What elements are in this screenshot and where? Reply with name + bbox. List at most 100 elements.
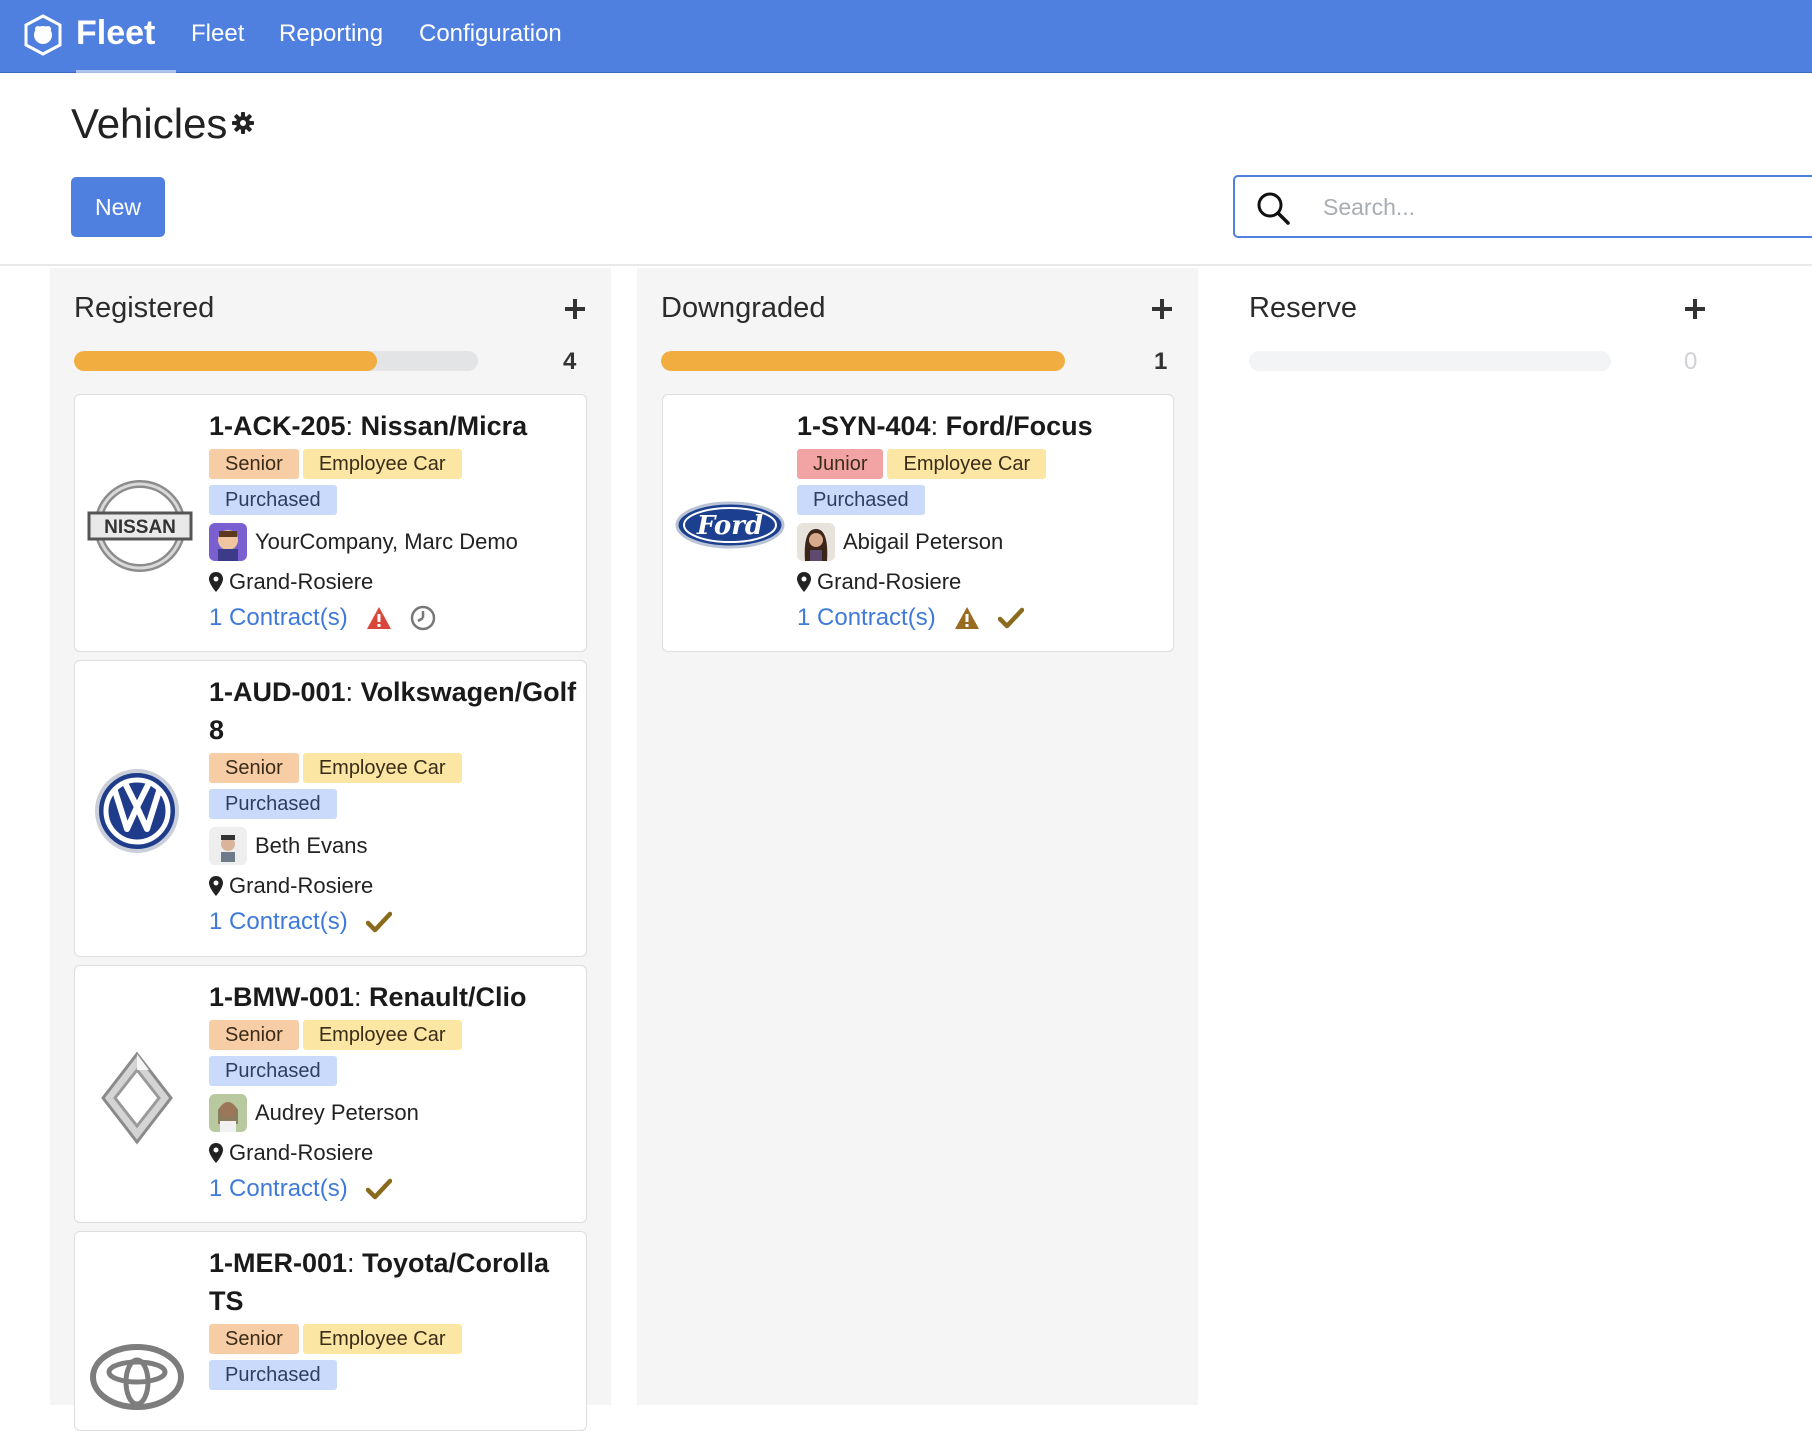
vehicle-model: Ford/Focus — [945, 411, 1093, 441]
active-menu-underline — [76, 70, 176, 73]
driver-avatar — [209, 523, 247, 561]
tag-senior: Senior — [209, 1020, 299, 1050]
fleet-app-icon[interactable] — [22, 14, 64, 56]
column-record-count: 0 — [1684, 348, 1698, 375]
vehicle-card[interactable]: 1-BMW-001: Renault/Clio Senior Employee C… — [74, 965, 587, 1223]
column-progress-bar[interactable] — [74, 351, 478, 371]
contracts-row: 1 Contract(s) — [209, 601, 579, 635]
svg-text:NISSAN: NISSAN — [104, 517, 176, 538]
app-brand-name[interactable]: Fleet — [76, 14, 155, 53]
location-text: Grand-Rosiere — [229, 1140, 374, 1165]
tag-employee-car: Employee Car — [302, 1324, 462, 1354]
tag-purchased: Purchased — [209, 1360, 337, 1390]
vehicle-location: Grand-Rosiere — [797, 563, 1167, 601]
new-vehicle-button[interactable]: New — [71, 177, 165, 237]
tag-employee-car: Employee Car — [302, 449, 462, 479]
contracts-row: 1 Contract(s) — [209, 905, 579, 939]
location-text: Grand-Rosiere — [229, 873, 374, 898]
tag-junior: Junior — [797, 449, 884, 479]
driver-name: YourCompany, Marc Demo — [255, 529, 518, 554]
map-marker-icon — [209, 1143, 223, 1163]
column-progress-bar[interactable] — [1249, 351, 1611, 371]
license-plate: 1-AUD-001 — [209, 677, 346, 707]
control-panel-divider — [0, 264, 1812, 266]
nav-item-fleet[interactable]: Fleet — [191, 20, 244, 48]
contracts-link[interactable]: 1 Contract(s) — [209, 908, 348, 936]
column-progress-fill — [74, 351, 377, 371]
renault-logo — [101, 1051, 173, 1145]
driver-name: Audrey Peterson — [255, 1100, 419, 1125]
column-progress-fill — [661, 351, 1065, 371]
driver-name: Abigail Peterson — [843, 529, 1004, 554]
search-icon — [1257, 192, 1290, 225]
check-icon — [365, 911, 392, 933]
map-marker-icon — [209, 876, 223, 896]
add-icon[interactable] — [1151, 298, 1173, 320]
warning-icon — [954, 607, 979, 629]
driver-info: YourCompany, Marc Demo — [209, 523, 579, 561]
search-input[interactable] — [1323, 189, 1803, 225]
vehicle-location: Grand-Rosiere — [209, 1134, 579, 1172]
location-text: Grand-Rosiere — [817, 569, 962, 594]
volkswagen-logo — [95, 769, 179, 853]
vehicle-name: 1-AUD-001: Volkswagen/Golf 8 — [209, 677, 577, 745]
kanban-column-registered: Registered 4 NISSAN 1-ACK-205: Nissan/Mi… — [50, 268, 611, 1431]
tag-employee-car: Employee Car — [302, 1020, 462, 1050]
license-plate: 1-ACK-205 — [209, 411, 346, 441]
driver-info: Audrey Peterson — [209, 1094, 579, 1132]
tag-employee-car: Employee Car — [887, 449, 1047, 479]
column-record-count: 1 — [1154, 348, 1168, 375]
license-plate: 1-MER-001 — [209, 1248, 348, 1278]
svg-text:Ford: Ford — [696, 511, 763, 541]
add-icon[interactable] — [564, 298, 586, 320]
contracts-row: 1 Contract(s) — [797, 601, 1167, 635]
nav-item-reporting[interactable]: Reporting — [279, 20, 383, 48]
top-navbar: Fleet Fleet Reporting Configuration — [0, 0, 1812, 73]
license-plate: 1-SYN-404 — [797, 411, 931, 441]
check-icon — [365, 1178, 392, 1200]
tag-list: Junior Employee Car Purchased — [797, 449, 1167, 521]
tag-senior: Senior — [209, 753, 299, 783]
column-record-count: 4 — [563, 348, 577, 375]
vehicle-card[interactable]: NISSAN 1-ACK-205: Nissan/Micra Senior Emp… — [74, 394, 587, 652]
contracts-link[interactable]: 1 Contract(s) — [209, 1175, 348, 1203]
check-icon — [997, 607, 1024, 629]
ford-logo: Ford — [675, 501, 785, 549]
contracts-link[interactable]: 1 Contract(s) — [209, 604, 348, 632]
tag-list: Senior Employee Car Purchased — [209, 1324, 579, 1396]
tag-purchased: Purchased — [797, 485, 925, 515]
driver-info: Beth Evans — [209, 827, 579, 865]
contracts-link[interactable]: 1 Contract(s) — [797, 604, 936, 632]
tag-senior: Senior — [209, 1324, 299, 1354]
vehicle-card[interactable]: Ford 1-SYN-404: Ford/Focus Junior Employe… — [662, 394, 1174, 652]
kanban-column-downgraded: Downgraded 1 Ford 1-SYN-404: Ford/Focus … — [637, 268, 1198, 1405]
tag-employee-car: Employee Car — [302, 753, 462, 783]
tag-purchased: Purchased — [209, 789, 337, 819]
nissan-logo: NISSAN — [87, 480, 193, 572]
clock-icon — [410, 605, 435, 631]
tag-purchased: Purchased — [209, 1056, 337, 1086]
vehicle-model: Renault/Clio — [369, 982, 527, 1012]
gear-icon[interactable] — [232, 112, 254, 134]
tag-list: Senior Employee Car Purchased — [209, 1020, 579, 1092]
tag-purchased: Purchased — [209, 485, 337, 515]
vehicle-model: Nissan/Micra — [360, 411, 528, 441]
column-progress-bar[interactable] — [661, 351, 1065, 371]
contracts-row: 1 Contract(s) — [209, 1172, 579, 1206]
vehicle-name: 1-SYN-404: Ford/Focus — [797, 411, 1093, 441]
vehicle-name: 1-ACK-205: Nissan/Micra — [209, 411, 528, 441]
vehicle-card[interactable]: 1-AUD-001: Volkswagen/Golf 8 Senior Emplo… — [74, 660, 587, 957]
driver-name: Beth Evans — [255, 833, 368, 858]
driver-avatar — [209, 1094, 247, 1132]
map-marker-icon — [209, 572, 223, 592]
warning-icon — [366, 607, 391, 629]
tag-senior: Senior — [209, 449, 299, 479]
nav-item-configuration[interactable]: Configuration — [419, 20, 562, 48]
column-title: Registered — [74, 292, 215, 324]
tag-list: Senior Employee Car Purchased — [209, 753, 579, 825]
search-bar[interactable] — [1233, 175, 1812, 238]
vehicle-location: Grand-Rosiere — [209, 867, 579, 905]
add-icon[interactable] — [1684, 298, 1706, 320]
vehicle-card[interactable]: 1-MER-001: Toyota/Corolla TS Senior Emplo… — [74, 1231, 587, 1431]
driver-avatar — [797, 523, 835, 561]
